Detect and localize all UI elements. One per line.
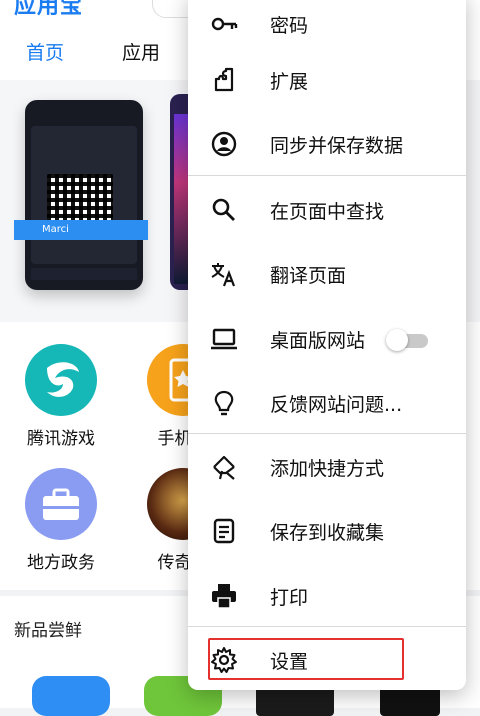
menu-item-label: 翻译页面	[270, 265, 347, 287]
menu-item-label: 桌面版网站	[270, 330, 366, 352]
app-label: 腾讯游戏	[27, 429, 95, 449]
player-name-bar: Marci	[14, 220, 148, 240]
app-tile[interactable]: 地方政务	[6, 468, 116, 573]
desktop-site-toggle[interactable]	[386, 329, 430, 351]
add-shortcut-icon	[213, 455, 235, 480]
section-title: 新品尝鲜	[14, 621, 82, 641]
menu-item-label: 密码	[270, 15, 309, 37]
phone-mockup	[25, 100, 143, 290]
key-icon	[211, 17, 238, 31]
settings-highlight-box	[208, 638, 404, 680]
menu-item-report-issue[interactable]: 反馈网站问题...	[188, 371, 466, 435]
lightbulb-icon	[214, 390, 234, 416]
briefcase-icon	[25, 468, 97, 540]
menu-item-label: 同步并保存数据	[270, 135, 404, 157]
app-thumb[interactable]	[32, 676, 110, 716]
printer-icon	[212, 584, 236, 609]
menu-item-desktop-site[interactable]: 桌面版网站	[188, 307, 466, 371]
tab-home[interactable]: 首页	[26, 38, 64, 65]
menu-item-extensions[interactable]: 扩展	[188, 48, 466, 112]
menu-divider	[188, 626, 466, 627]
search-icon	[212, 198, 235, 221]
menu-item-label: 反馈网站问题...	[270, 394, 403, 416]
menu-divider	[188, 175, 466, 176]
collection-icon	[213, 518, 235, 544]
browser-overflow-menu: 密码 扩展 同步并保存数据 在页面中查找 翻译页面 桌面版网站 反馈网站问题..…	[188, 0, 466, 690]
app-tile[interactable]: 腾讯游戏	[6, 344, 116, 449]
menu-item-label: 保存到收藏集	[270, 522, 385, 544]
toggle-knob	[386, 329, 408, 351]
tab-apps[interactable]: 应用	[122, 38, 160, 65]
menu-item-translate[interactable]: 翻译页面	[188, 242, 466, 306]
menu-item-label: 打印	[270, 587, 309, 609]
menu-item-find-in-page[interactable]: 在页面中查找	[188, 178, 466, 242]
account-circle-icon	[211, 131, 237, 157]
menu-item-print[interactable]: 打印	[188, 564, 466, 628]
menu-item-sync[interactable]: 同步并保存数据	[188, 112, 466, 176]
menu-item-label: 添加快捷方式	[270, 458, 385, 480]
app-label: 地方政务	[27, 553, 95, 573]
app-brand: 应用宝	[14, 0, 84, 19]
menu-item-add-shortcut[interactable]: 添加快捷方式	[188, 435, 466, 499]
tencent-games-icon	[25, 344, 97, 416]
menu-item-save-to-collections[interactable]: 保存到收藏集	[188, 499, 466, 563]
laptop-icon	[211, 328, 237, 350]
phone-nav-bar	[31, 268, 137, 280]
menu-item-label: 在页面中查找	[270, 201, 385, 223]
translate-icon	[211, 263, 236, 287]
puzzle-icon	[214, 67, 234, 92]
menu-item-label: 扩展	[270, 71, 309, 93]
menu-divider	[188, 433, 466, 434]
